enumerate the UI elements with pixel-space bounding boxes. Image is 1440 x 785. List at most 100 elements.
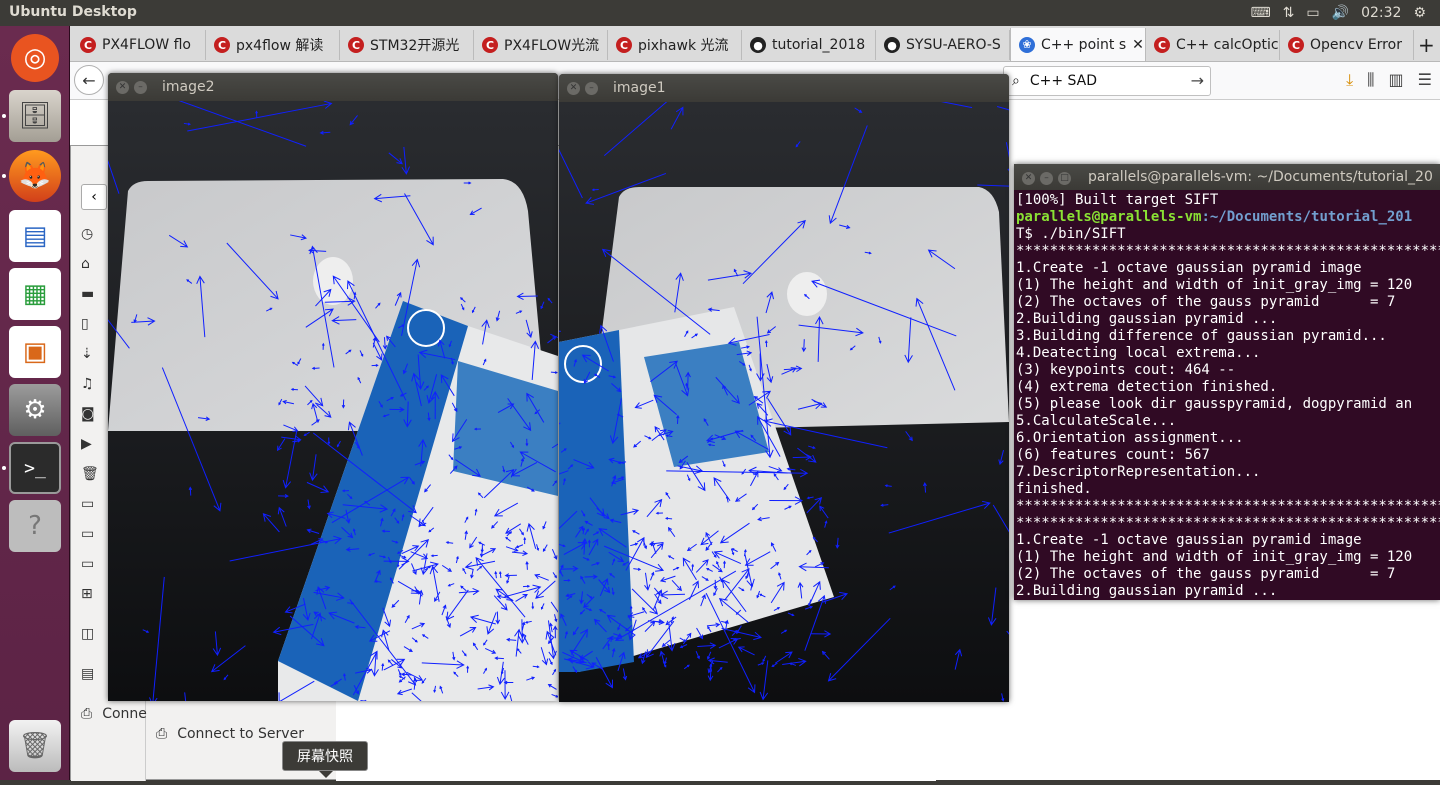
terminal-line: 4.Deatecting local extrema... bbox=[1016, 345, 1261, 361]
keyboard-icon[interactable]: ⌨ bbox=[1250, 5, 1270, 21]
back-button[interactable]: ← bbox=[74, 65, 104, 95]
terminal-lines: ****************************************… bbox=[1016, 243, 1440, 600]
search-input[interactable]: ⌕ C++ SAD → bbox=[1003, 66, 1211, 96]
tab-pixhawk[interactable]: Cpixhawk 光流 bbox=[608, 30, 742, 60]
tab-opencv-error[interactable]: C Opencv Error bbox=[1280, 30, 1414, 60]
menu-icon[interactable]: ☰ bbox=[1418, 70, 1432, 90]
image2-canvas bbox=[108, 101, 558, 701]
tab-px4flow-guangliu[interactable]: C PX4FLOW光流 bbox=[474, 30, 608, 60]
drive-icon[interactable]: ▭ bbox=[81, 496, 94, 512]
tab-cpp-point[interactable]: ❀ C++ point s ✕ bbox=[1010, 28, 1146, 61]
recent-icon[interactable]: ◷ bbox=[81, 226, 93, 242]
terminal-line: [100%] Built target SIFT bbox=[1016, 192, 1219, 208]
tab-bar: C PX4FLOW flo Cpx4flow 解读 C STM32开源光 C PX4F… bbox=[70, 26, 1440, 62]
settings-gear-icon[interactable]: ⚙ bbox=[1413, 5, 1426, 21]
close-tab-icon[interactable]: ✕ bbox=[1132, 37, 1145, 53]
settings-icon[interactable]: ⚙ bbox=[9, 384, 61, 436]
csdn-icon: C bbox=[616, 37, 632, 53]
connect-item-partial[interactable]: ⎙ Conne bbox=[81, 706, 147, 722]
music-icon[interactable]: ♫ bbox=[81, 376, 94, 392]
files-icon[interactable]: 🗄 bbox=[9, 90, 61, 142]
tooltip: 屏幕快照 bbox=[282, 741, 368, 778]
help-icon[interactable]: ? bbox=[9, 500, 61, 552]
terminal-line: 1.Create -1 octave gaussian pyramid imag… bbox=[1016, 260, 1362, 276]
trash-icon[interactable]: 🗑 bbox=[9, 720, 61, 772]
running-indicator bbox=[2, 114, 6, 118]
github-icon: ● bbox=[884, 37, 900, 53]
system-tray: ⌨ ⇅ ▭ 🔊 02:32 ⚙ bbox=[1250, 0, 1440, 26]
image1-window: ✕ – image1 bbox=[559, 74, 1009, 702]
folder-icon[interactable]: ▬ bbox=[81, 286, 94, 302]
network-drive-icon[interactable]: ⊞ bbox=[81, 586, 93, 602]
close-icon[interactable]: ✕ bbox=[1022, 172, 1035, 185]
terminal-line: ****************************************… bbox=[1016, 515, 1440, 531]
terminal-line: 6.Orientation assignment... bbox=[1016, 430, 1244, 446]
camera-icon[interactable]: ◙ bbox=[81, 406, 95, 422]
csdn-icon: C bbox=[348, 37, 364, 53]
minimize-icon[interactable]: – bbox=[1040, 172, 1053, 185]
firefox-icon[interactable]: 🦊 bbox=[9, 150, 61, 202]
download-icon[interactable]: ⇣ bbox=[81, 346, 93, 362]
calc-icon[interactable]: ▦ bbox=[9, 268, 61, 320]
terminal-line: (2) The octaves of the gauss pyramid = 7 bbox=[1016, 294, 1396, 310]
terminal-line: 5.CalculateScale... bbox=[1016, 413, 1177, 429]
terminal-line: ****************************************… bbox=[1016, 243, 1440, 259]
tab-tutorial-2018[interactable]: ● tutorial_2018 bbox=[742, 30, 876, 60]
trash-icon[interactable]: 🗑 bbox=[81, 466, 99, 482]
terminal-line: (4) extrema detection finished. bbox=[1016, 379, 1278, 395]
video-icon[interactable]: ▶ bbox=[81, 436, 92, 452]
terminal-line: (3) keypoints cout: 464 -- bbox=[1016, 362, 1236, 378]
close-icon[interactable]: ✕ bbox=[116, 81, 129, 94]
fm-back-button[interactable]: ‹ bbox=[81, 184, 107, 210]
csdn-icon: C bbox=[1288, 37, 1304, 53]
terminal-icon[interactable]: >_ bbox=[9, 442, 61, 494]
ubuntu-logo-icon[interactable]: ◎ bbox=[11, 34, 59, 82]
volume-icon[interactable]: 🔊 bbox=[1332, 5, 1349, 21]
new-tab-button[interactable]: + bbox=[1414, 30, 1440, 60]
terminal-line: 3.Building difference of gaussian pyrami… bbox=[1016, 328, 1387, 344]
connect-to-server[interactable]: ⎙ Connect to Server bbox=[156, 726, 304, 742]
impress-icon[interactable]: ▣ bbox=[9, 326, 61, 378]
image2-titlebar[interactable]: ✕ – image2 bbox=[108, 73, 558, 101]
image2-window: ✕ – image2 bbox=[108, 73, 558, 701]
home-icon[interactable]: ⌂ bbox=[81, 256, 90, 272]
sidebar-icon[interactable]: ▥ bbox=[1389, 70, 1404, 90]
close-icon[interactable]: ✕ bbox=[567, 82, 580, 95]
drive-icon[interactable]: ▭ bbox=[81, 556, 94, 572]
library-icon[interactable]: ⫼ bbox=[1367, 70, 1374, 90]
maximize-icon[interactable]: □ bbox=[1058, 172, 1071, 185]
panel-title: Ubuntu Desktop bbox=[9, 4, 137, 20]
download-icon[interactable]: ⤓ bbox=[1346, 70, 1353, 90]
terminal-line: 1.Create -1 octave gaussian pyramid imag… bbox=[1016, 532, 1362, 548]
terminal-line: (1) The height and width of init_gray_im… bbox=[1016, 277, 1413, 293]
writer-icon[interactable]: ▤ bbox=[9, 210, 61, 262]
csdn-icon: C bbox=[80, 37, 96, 53]
document-icon[interactable]: ▯ bbox=[81, 316, 89, 332]
minimize-icon[interactable]: – bbox=[585, 82, 598, 95]
github-icon: ● bbox=[750, 37, 766, 53]
tab-px4flow-flo[interactable]: C PX4FLOW flo bbox=[72, 30, 206, 60]
clock[interactable]: 02:32 bbox=[1361, 5, 1401, 21]
minimize-icon[interactable]: – bbox=[134, 81, 147, 94]
unity-launcher: ◎ 🗄 🦊 ▤ ▦ ▣ ⚙ >_ ? 🗑 bbox=[0, 26, 70, 780]
terminal-titlebar[interactable]: ✕ – □ parallels@parallels-vm: ~/Document… bbox=[1014, 164, 1440, 190]
terminal-line: (5) please look dir gausspyramid, dogpyr… bbox=[1016, 396, 1413, 412]
disk-icon[interactable]: ◫ bbox=[81, 626, 94, 642]
terminal-output[interactable]: [100%] Built target SIFT parallels@parall… bbox=[1016, 192, 1440, 600]
apple-logo bbox=[787, 272, 827, 316]
tab-px4flow-jiedu[interactable]: Cpx4flow 解读 bbox=[206, 30, 340, 60]
drive-icon[interactable]: ▭ bbox=[81, 526, 94, 542]
battery-icon[interactable]: ▭ bbox=[1306, 5, 1319, 21]
image1-titlebar[interactable]: ✕ – image1 bbox=[559, 74, 1009, 102]
search-go-icon[interactable]: → bbox=[1191, 71, 1204, 90]
terminal-line: (6) features count: 567 bbox=[1016, 447, 1210, 463]
terminal-line: 2.Building gaussian pyramid ... bbox=[1016, 311, 1278, 327]
tab-stm32[interactable]: C STM32开源光 bbox=[340, 30, 474, 60]
computer-icon[interactable]: ▤ bbox=[81, 666, 94, 682]
network-icon[interactable]: ⇅ bbox=[1283, 5, 1295, 21]
toolbar-icons: ⤓ ⫼ ▥ ☰ bbox=[1346, 70, 1432, 90]
csdn-icon: C bbox=[214, 37, 230, 53]
keypoint-image-2 bbox=[108, 101, 558, 701]
tab-cpp-calcoptic[interactable]: C C++ calcOptic bbox=[1146, 30, 1280, 60]
tab-sysu-aero[interactable]: ● SYSU-AERO-S bbox=[876, 30, 1010, 60]
